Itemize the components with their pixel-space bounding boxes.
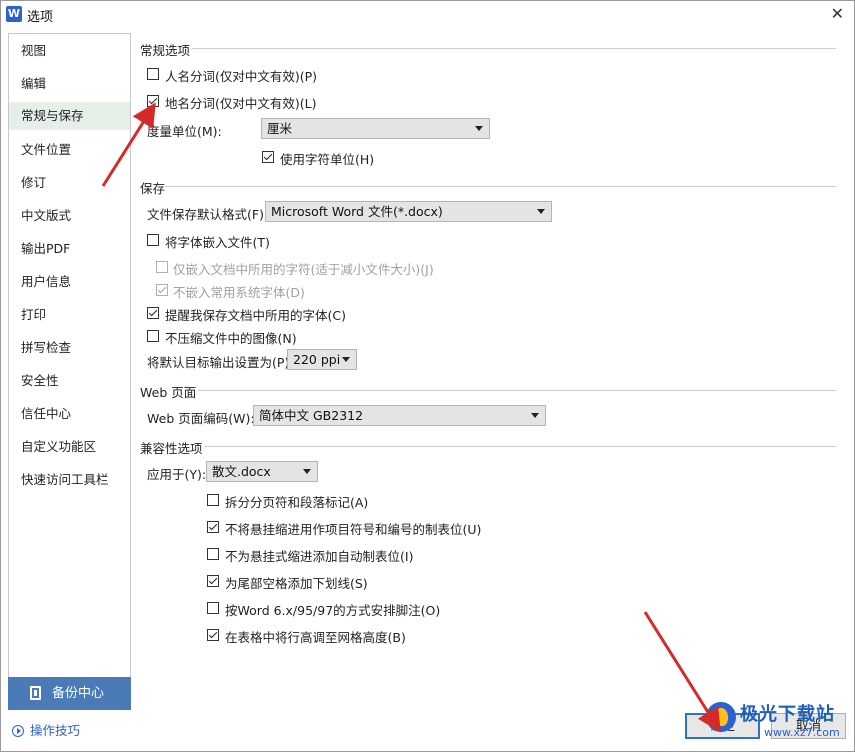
operation-tips-label: 操作技巧 bbox=[30, 723, 81, 738]
web-encoding-label: Web 页面编码(W): bbox=[147, 411, 255, 426]
compat-option-checkbox[interactable] bbox=[207, 494, 219, 506]
sidebar-item-general-save[interactable]: 常规与保存 bbox=[9, 102, 130, 130]
sidebar: 视图 编辑 常规与保存 文件位置 修订 中文版式 输出PDF 用户信息 打印 拼… bbox=[8, 33, 131, 678]
chevron-down-icon bbox=[475, 126, 483, 131]
no-compress-checkbox[interactable] bbox=[147, 330, 159, 342]
compat-option-label: 为尾部空格添加下划线(S) bbox=[225, 576, 368, 591]
web-page-heading: Web 页面 bbox=[140, 385, 197, 400]
watermark-url: www.xz7.com bbox=[764, 726, 840, 739]
backup-center-button[interactable]: 备份中心 bbox=[8, 677, 131, 710]
apply-to-select[interactable]: 散文.docx bbox=[206, 461, 318, 482]
name-segmentation-label: 人名分词(仅对中文有效)(P) bbox=[165, 69, 318, 84]
name-segmentation-checkbox[interactable] bbox=[147, 68, 159, 80]
embed-fonts-checkbox[interactable] bbox=[147, 234, 159, 246]
watermark-text: 极光下载站 bbox=[740, 704, 835, 725]
chevron-down-icon bbox=[531, 413, 539, 418]
compat-option-label: 不为悬挂式缩进添加自动制表位(I) bbox=[225, 549, 414, 564]
backup-icon bbox=[30, 686, 41, 700]
compat-option-label: 在表格中将行高调至网格高度(B) bbox=[225, 630, 406, 645]
sidebar-item-edit[interactable]: 编辑 bbox=[9, 70, 130, 98]
no-system-fonts-label: 不嵌入常用系统字体(D) bbox=[173, 285, 305, 300]
place-segmentation-label: 地名分词(仅对中文有效)(L) bbox=[165, 96, 317, 111]
apply-to-label: 应用于(Y): bbox=[147, 467, 207, 482]
sidebar-item-chinese-layout[interactable]: 中文版式 bbox=[9, 202, 130, 230]
embed-fonts-label: 将字体嵌入文件(T) bbox=[165, 235, 270, 250]
sidebar-item-customize-ribbon[interactable]: 自定义功能区 bbox=[9, 433, 130, 461]
compat-option-label: 不将悬挂缩进用作项目符号和编号的制表位(U) bbox=[225, 522, 482, 537]
sidebar-item-output-pdf[interactable]: 输出PDF bbox=[9, 235, 130, 263]
compat-option-label: 按Word 6.x/95/97的方式安排脚注(O) bbox=[225, 603, 441, 618]
sidebar-item-quick-access-toolbar[interactable]: 快速访问工具栏 bbox=[9, 466, 130, 494]
general-options-heading: 常规选项 bbox=[140, 43, 191, 58]
backup-center-label: 备份中心 bbox=[52, 686, 105, 701]
sidebar-item-file-location[interactable]: 文件位置 bbox=[9, 136, 130, 164]
compat-option-checkbox[interactable] bbox=[207, 548, 219, 560]
operation-tips-link[interactable]: 操作技巧 bbox=[12, 720, 80, 739]
char-units-label: 使用字符单位(H) bbox=[280, 152, 375, 167]
remind-fonts-checkbox[interactable] bbox=[147, 307, 159, 319]
sidebar-item-security[interactable]: 安全性 bbox=[9, 367, 130, 395]
measure-unit-select[interactable]: 厘米 bbox=[261, 118, 490, 139]
web-encoding-select[interactable]: 简体中文 GB2312 bbox=[253, 405, 546, 426]
sidebar-item-user-info[interactable]: 用户信息 bbox=[9, 268, 130, 296]
compat-heading: 兼容性选项 bbox=[140, 441, 203, 456]
divider bbox=[165, 186, 836, 187]
sidebar-item-revision[interactable]: 修订 bbox=[9, 169, 130, 197]
aurora-logo-icon bbox=[706, 702, 736, 732]
embed-used-only-label: 仅嵌入文档中所用的字符(适于减小文件大小)(J) bbox=[173, 262, 434, 277]
compat-option-checkbox[interactable] bbox=[207, 521, 219, 533]
sidebar-item-print[interactable]: 打印 bbox=[9, 301, 130, 329]
output-ppi-select[interactable]: 220 ppi bbox=[287, 349, 357, 370]
chevron-down-icon bbox=[537, 209, 545, 214]
default-format-value: Microsoft Word 文件(*.docx) bbox=[271, 204, 443, 219]
remind-fonts-label: 提醒我保存文档中所用的字体(C) bbox=[165, 308, 346, 323]
divider bbox=[205, 446, 836, 447]
no-system-fonts-checkbox[interactable] bbox=[156, 284, 168, 296]
measure-unit-label: 度量单位(M): bbox=[147, 124, 222, 139]
web-encoding-value: 简体中文 GB2312 bbox=[259, 408, 364, 423]
compat-option-label: 拆分分页符和段落标记(A) bbox=[225, 495, 369, 510]
embed-used-only-checkbox[interactable] bbox=[156, 261, 168, 273]
default-format-label: 文件保存默认格式(F): bbox=[147, 207, 269, 222]
sidebar-item-view[interactable]: 视图 bbox=[9, 37, 130, 65]
watermark: 极光下载站 www.xz7.com bbox=[702, 696, 852, 750]
sidebar-item-trust-center[interactable]: 信任中心 bbox=[9, 400, 130, 428]
divider bbox=[192, 48, 836, 49]
no-compress-label: 不压缩文件中的图像(N) bbox=[165, 331, 297, 346]
compat-option-checkbox[interactable] bbox=[207, 629, 219, 641]
apply-to-value: 散文.docx bbox=[212, 464, 271, 479]
output-ppi-value: 220 ppi bbox=[293, 352, 341, 367]
divider bbox=[198, 390, 836, 391]
chevron-down-icon bbox=[342, 357, 350, 362]
save-heading: 保存 bbox=[140, 181, 166, 196]
output-ppi-label: 将默认目标输出设置为(P): bbox=[147, 355, 294, 370]
sidebar-item-spelling[interactable]: 拼写检查 bbox=[9, 334, 130, 362]
dialog-title: 选项 bbox=[27, 10, 54, 25]
close-icon[interactable]: ✕ bbox=[831, 4, 844, 23]
default-format-select[interactable]: Microsoft Word 文件(*.docx) bbox=[265, 201, 552, 222]
place-segmentation-checkbox[interactable] bbox=[147, 95, 159, 107]
compat-option-checkbox[interactable] bbox=[207, 575, 219, 587]
compat-option-checkbox[interactable] bbox=[207, 602, 219, 614]
char-units-checkbox[interactable] bbox=[262, 151, 274, 163]
title-bar: W 选项 ✕ bbox=[1, 1, 854, 29]
wps-writer-icon: W bbox=[6, 6, 22, 22]
play-circle-icon bbox=[12, 725, 24, 737]
chevron-down-icon bbox=[303, 469, 311, 474]
measure-unit-value: 厘米 bbox=[267, 121, 293, 136]
